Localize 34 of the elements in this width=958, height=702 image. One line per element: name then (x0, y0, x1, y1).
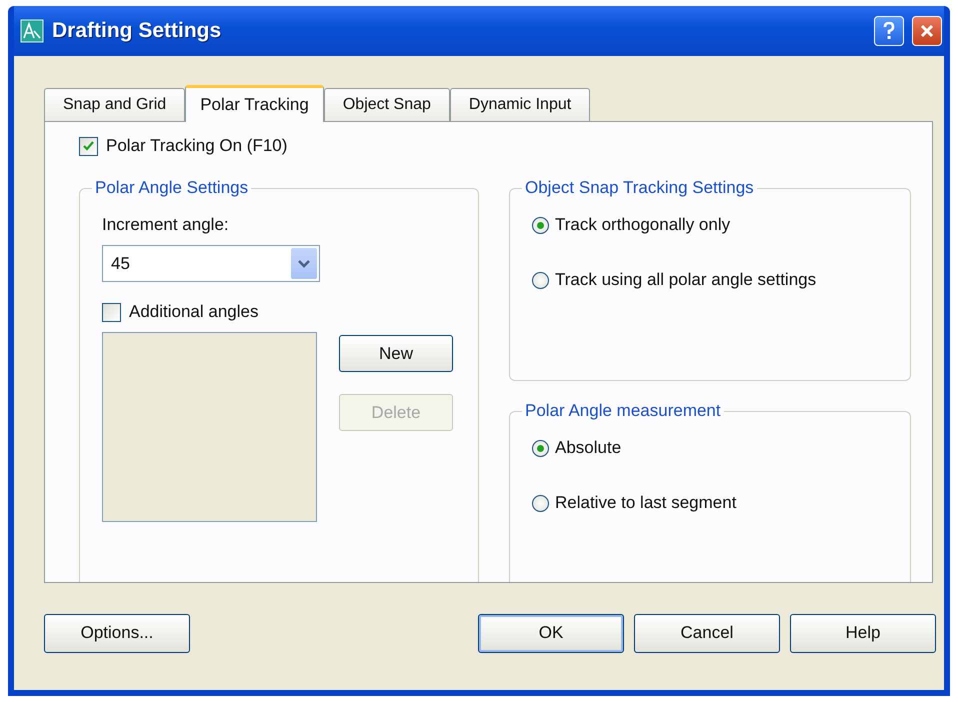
radio-button[interactable] (532, 440, 549, 456)
app-icon (20, 19, 44, 43)
radio-button[interactable] (532, 272, 549, 288)
field-label: Increment angle: (102, 215, 230, 235)
checkbox-label: Polar Tracking On (F10) (106, 136, 288, 156)
tab[interactable]: Object Snap (324, 88, 450, 121)
radio-button[interactable] (532, 216, 549, 234)
close-icon (919, 23, 935, 39)
chevron-down-icon (297, 258, 311, 268)
tab[interactable]: Dynamic Input (450, 88, 590, 121)
check-icon (82, 140, 95, 152)
tab[interactable]: Polar Tracking (185, 85, 324, 122)
group-title: Polar Angle measurement (522, 401, 724, 421)
help-button[interactable] (874, 16, 904, 46)
question-mark-icon (882, 22, 896, 40)
button[interactable]: New (339, 335, 453, 372)
checkbox[interactable] (102, 302, 121, 322)
window-title: Drafting Settings (52, 19, 222, 43)
button[interactable]: Cancel (634, 614, 780, 652)
button[interactable]: Help (790, 614, 936, 652)
tab[interactable]: Snap and Grid (44, 88, 186, 121)
group-title: Object Snap Tracking Settings (522, 178, 757, 198)
close-button[interactable] (912, 16, 942, 46)
button[interactable]: Options... (44, 614, 190, 652)
radio-label: Relative to last segment (555, 493, 736, 513)
button[interactable]: OK (478, 614, 624, 652)
checkbox-label: Additional angles (129, 302, 258, 322)
increment-angle-dropdown[interactable]: 45 (102, 245, 320, 282)
checkbox[interactable] (79, 136, 98, 156)
group-title: Polar Angle Settings (92, 178, 252, 198)
radio-label: Track using all polar angle settings (555, 270, 816, 290)
radio-label: Track orthogonally only (555, 215, 730, 235)
radio-label: Absolute (555, 438, 622, 458)
radio-button[interactable] (532, 494, 549, 512)
